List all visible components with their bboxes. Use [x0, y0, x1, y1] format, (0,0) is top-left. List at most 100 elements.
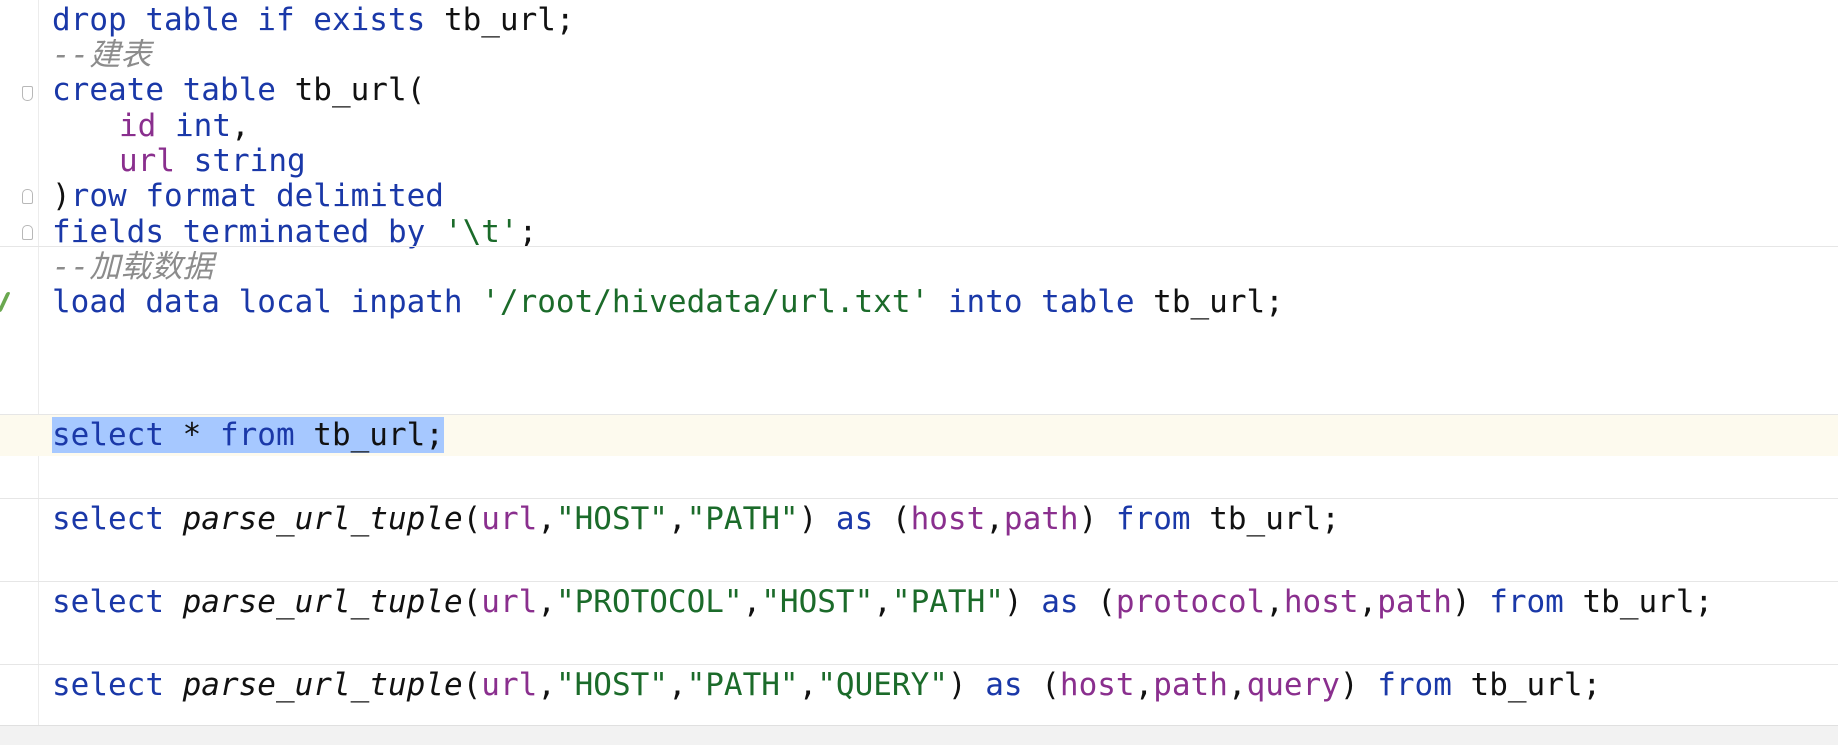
- string-literal: "PATH": [686, 667, 799, 703]
- column-name: host: [1283, 584, 1359, 620]
- column-name: path: [1003, 501, 1079, 537]
- code-line-13-text: select parse_url_tuple(url,"HOST","PATH"…: [52, 499, 1340, 541]
- sql-keyword: from: [1489, 584, 1564, 620]
- punctuation: (: [1078, 584, 1116, 620]
- sql-keyword: fields terminated by: [52, 214, 426, 250]
- column-name: host: [1059, 667, 1135, 703]
- operator: *: [163, 417, 220, 453]
- punctuation: ,: [985, 501, 1004, 537]
- column-name: path: [1153, 667, 1228, 703]
- editor-bottom-bar: [0, 725, 1838, 745]
- table-name: tb_url;: [1190, 501, 1340, 537]
- punctuation: ,: [1358, 584, 1378, 620]
- column-name: url: [119, 143, 175, 179]
- fold-end-icon[interactable]: [22, 189, 33, 204]
- sql-keyword: create table: [52, 72, 276, 108]
- string-literal: "QUERY": [817, 667, 948, 703]
- code-line-17[interactable]: select parse_url_tuple(url,"HOST","PATH"…: [0, 664, 1838, 706]
- string-literal: '\t': [425, 214, 519, 250]
- punctuation: (: [462, 584, 482, 620]
- punctuation: ,: [1227, 667, 1247, 703]
- function-name: parse_url_tuple: [163, 501, 463, 537]
- fold-collapse-icon[interactable]: [22, 86, 33, 101]
- fold-end-icon[interactable]: [22, 225, 33, 240]
- punctuation: (: [462, 501, 482, 537]
- punctuation: ,: [537, 501, 556, 537]
- punctuation: ;: [518, 214, 538, 250]
- sql-type: int: [156, 108, 231, 144]
- punctuation: ,: [742, 584, 762, 620]
- sql-comment: --加载数据: [52, 249, 214, 285]
- sql-keyword: select: [52, 584, 164, 620]
- function-name: parse_url_tuple: [163, 584, 463, 620]
- column-name: url: [481, 584, 538, 620]
- sql-keyword: load data local inpath: [52, 284, 463, 320]
- table-name: tb_url(: [275, 72, 426, 108]
- punctuation: ): [1003, 584, 1042, 620]
- punctuation: ): [798, 501, 836, 537]
- column-name: url: [481, 667, 538, 703]
- code-line-9[interactable]: load data local inpath '/root/hivedata/u…: [0, 282, 1838, 324]
- sql-comment: --建表: [52, 37, 152, 73]
- punctuation: ,: [667, 501, 687, 537]
- sql-keyword: into table: [929, 284, 1135, 320]
- sql-keyword: select: [52, 417, 164, 453]
- string-literal: "HOST": [555, 501, 668, 537]
- punctuation: ,: [1134, 667, 1154, 703]
- punctuation: (: [873, 501, 911, 537]
- code-line-11-text: select * from tb_url;: [52, 415, 444, 457]
- table-name: tb_url;: [1134, 284, 1284, 320]
- code-line-11[interactable]: select * from tb_url;: [0, 414, 1838, 456]
- code-line-15[interactable]: select parse_url_tuple(url,"PROTOCOL","H…: [0, 581, 1838, 623]
- table-name: tb_url;: [1563, 584, 1714, 620]
- sql-keyword: from: [1115, 501, 1191, 537]
- column-name: protocol: [1115, 584, 1266, 620]
- code-line-15-text: select parse_url_tuple(url,"PROTOCOL","H…: [52, 582, 1713, 624]
- punctuation: ,: [1265, 584, 1284, 620]
- table-name: tb_url;: [294, 417, 444, 453]
- table-name: tb_url;: [1451, 667, 1602, 703]
- sql-keyword: select: [52, 667, 164, 703]
- column-name: id: [119, 108, 157, 144]
- punctuation: (: [462, 667, 482, 703]
- punctuation: ,: [667, 667, 687, 703]
- punctuation: ): [1339, 667, 1378, 703]
- text-selection[interactable]: select * from tb_url;: [52, 417, 444, 453]
- sql-keyword: as: [1041, 584, 1079, 620]
- punctuation: ): [947, 667, 986, 703]
- punctuation: ): [52, 178, 71, 214]
- code-line-9-text: load data local inpath '/root/hivedata/u…: [52, 282, 1284, 324]
- punctuation: ,: [537, 584, 556, 620]
- sql-keyword: from: [1377, 667, 1452, 703]
- sql-keyword: from: [219, 417, 295, 453]
- sql-type: string: [175, 143, 306, 179]
- sql-keyword: as: [835, 501, 874, 537]
- punctuation: (: [1022, 667, 1060, 703]
- column-name: url: [481, 501, 538, 537]
- punctuation: ): [1078, 501, 1116, 537]
- code-line-17-text: select parse_url_tuple(url,"HOST","PATH"…: [52, 665, 1601, 707]
- edit-marker-icon: [0, 292, 11, 312]
- table-name: tb_url;: [425, 2, 575, 38]
- punctuation: ,: [537, 667, 556, 703]
- punctuation: ,: [873, 584, 892, 620]
- punctuation: ,: [230, 108, 250, 144]
- column-name: host: [910, 501, 986, 537]
- string-literal: "HOST": [761, 584, 874, 620]
- sql-keyword: as: [985, 667, 1023, 703]
- string-literal: "PROTOCOL": [555, 584, 743, 620]
- sql-keyword: row format delimited: [70, 178, 444, 214]
- code-line-13[interactable]: select parse_url_tuple(url,"HOST","PATH"…: [0, 498, 1838, 540]
- column-name: query: [1246, 667, 1340, 703]
- code-editor[interactable]: drop table if exists tb_url; --建表 create…: [0, 0, 1838, 725]
- column-name: path: [1377, 584, 1452, 620]
- punctuation: ,: [798, 667, 818, 703]
- sql-keyword: select: [52, 501, 164, 537]
- function-name: parse_url_tuple: [163, 667, 463, 703]
- string-literal: "HOST": [555, 667, 668, 703]
- sql-keyword: drop table if exists: [52, 2, 426, 38]
- string-literal: "PATH": [891, 584, 1004, 620]
- punctuation: ): [1451, 584, 1490, 620]
- string-literal: "PATH": [686, 501, 799, 537]
- string-literal: '/root/hivedata/url.txt': [462, 284, 930, 320]
